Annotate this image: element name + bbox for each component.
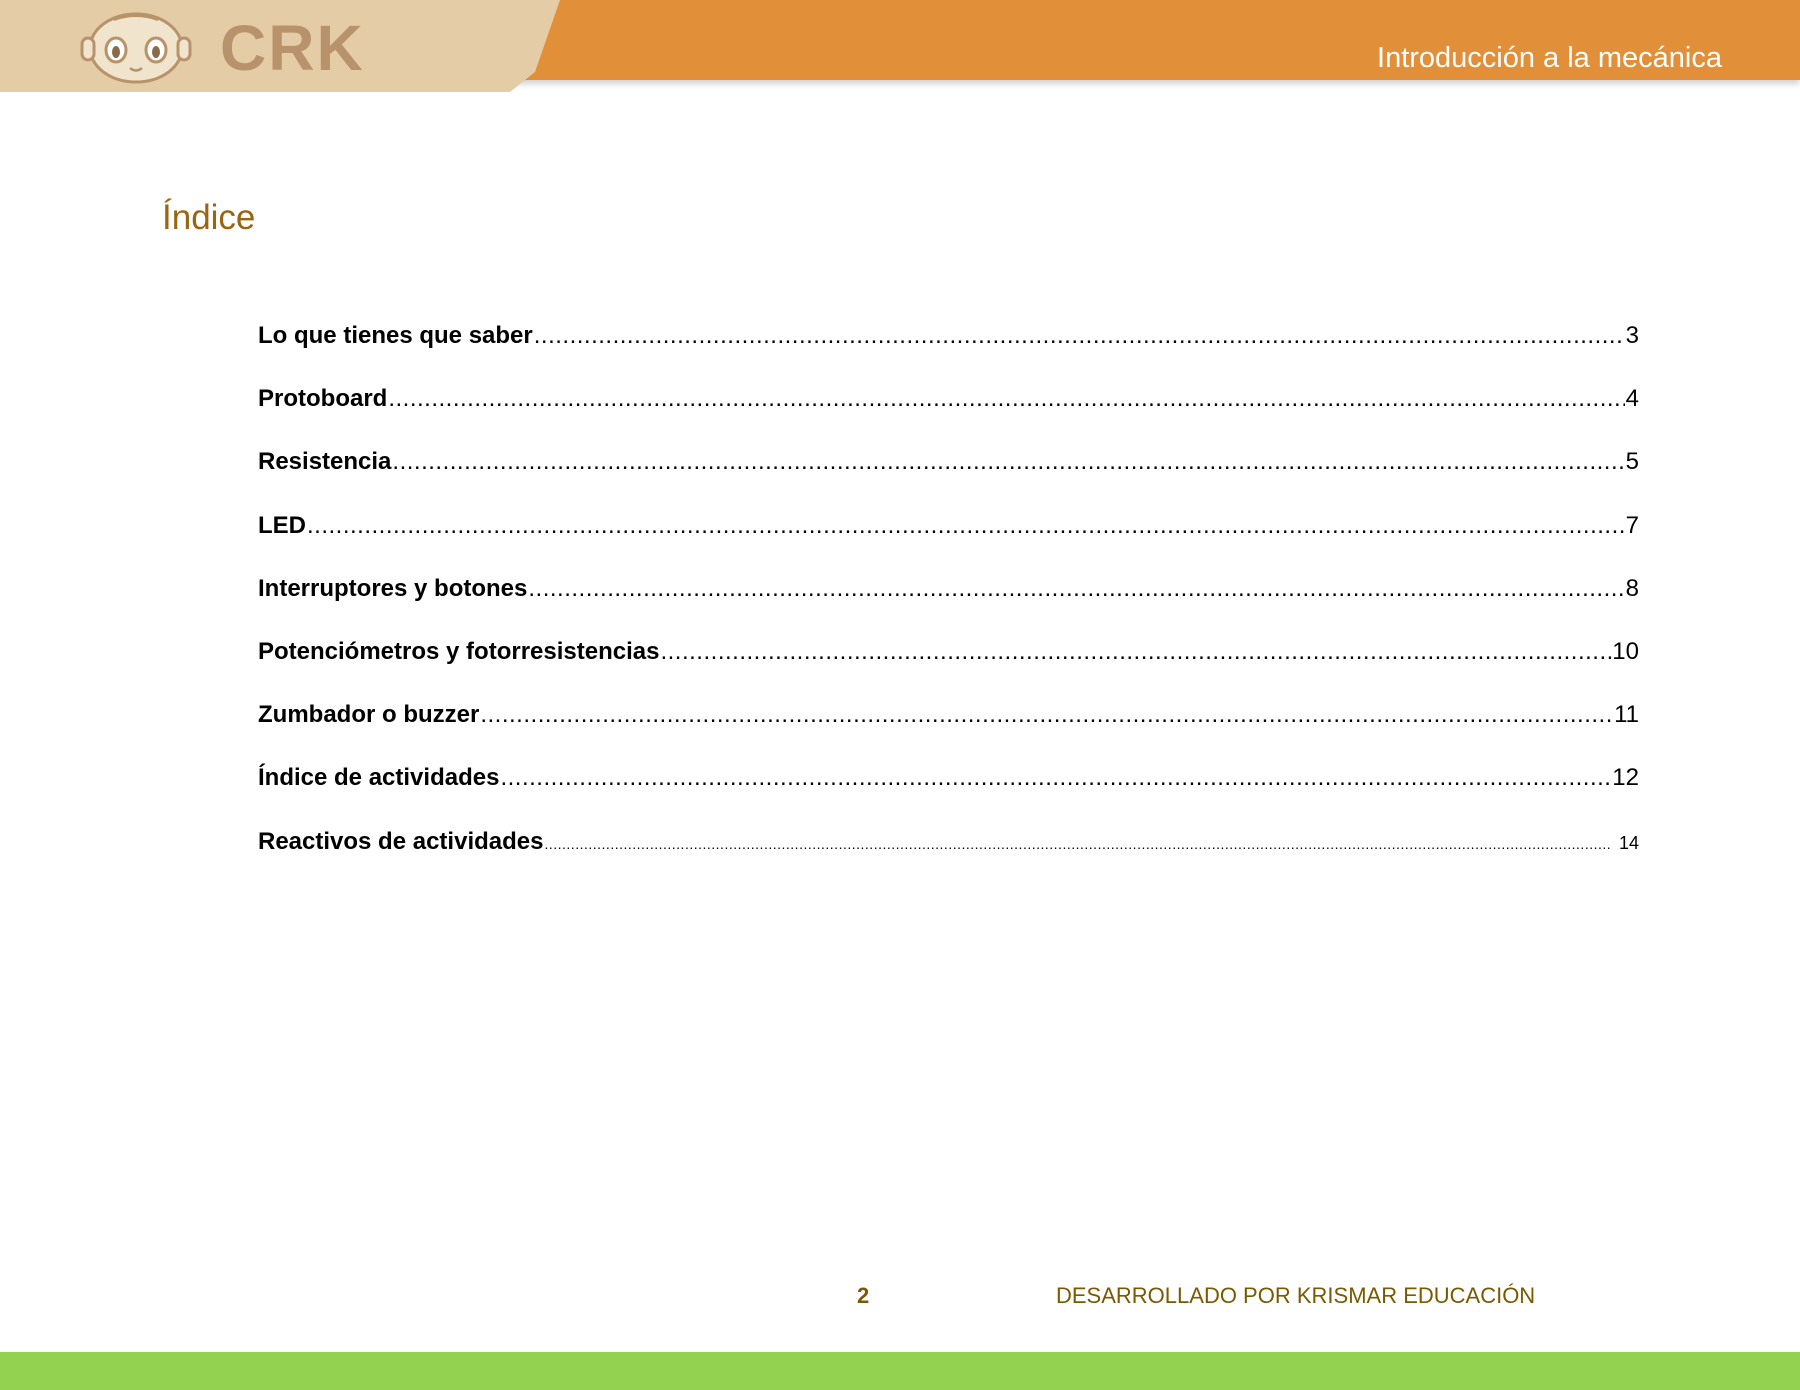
toc-entry-label: Protoboard [258, 385, 388, 413]
toc-entry-label: Resistencia [258, 448, 392, 476]
toc-entry[interactable]: Resistencia 5 [258, 448, 1639, 511]
document-title: Introducción a la mecánica [1377, 42, 1722, 74]
toc-entry-page: 7 [1625, 511, 1639, 539]
toc-entry-page: 11 [1614, 701, 1639, 729]
footer-page-number: 2 [857, 1283, 870, 1308]
toc-entry-page: 10 [1612, 637, 1639, 665]
toc-entry-page: 14 [1618, 832, 1639, 853]
logo-panel: CRK [0, 0, 560, 92]
toc-dot-leader [388, 385, 1624, 413]
table-of-contents: Lo que tienes que saber 3 Protoboard 4 R… [258, 322, 1639, 891]
toc-entry-label: LED [258, 511, 306, 539]
toc-entry[interactable]: Reactivos de actividades 14 [258, 828, 1639, 891]
toc-entry-label: Zumbador o buzzer [258, 701, 480, 729]
toc-entry-page: 8 [1625, 574, 1639, 602]
toc-entry[interactable]: Protoboard 4 [258, 385, 1639, 448]
toc-entry[interactable]: Índice de actividades 12 [258, 764, 1639, 827]
toc-entry-label: Potenciómetros y fotorresistencias [258, 637, 660, 665]
logo-text: CRK [220, 12, 365, 84]
toc-entry-label: Interruptores y botones [258, 574, 528, 602]
page-title: Índice [162, 198, 256, 237]
footer-bar [0, 1352, 1800, 1390]
toc-dot-leader [534, 322, 1625, 350]
toc-entry-page: 12 [1612, 764, 1639, 792]
toc-dot-leader [307, 512, 1625, 540]
toc-entry-page: 3 [1625, 322, 1639, 349]
toc-entry[interactable]: LED 7 [258, 512, 1639, 575]
toc-dot-leader [392, 448, 1624, 476]
toc-dot-leader [500, 764, 1611, 792]
toc-entry[interactable]: Zumbador o buzzer 11 [258, 701, 1639, 764]
toc-dot-leader [480, 701, 1613, 729]
footer-credit: DESARROLLADO POR KRISMAR EDUCACIÓN [1056, 1283, 1536, 1308]
toc-entry-label: Reactivos de actividades [258, 827, 544, 855]
toc-entry[interactable]: Interruptores y botones 8 [258, 575, 1639, 638]
toc-entry[interactable]: Lo que tienes que saber 3 [258, 322, 1639, 385]
toc-dot-leader [528, 575, 1624, 603]
toc-entry-label: Índice de actividades [258, 764, 500, 792]
toc-entry-page: 4 [1625, 385, 1639, 413]
toc-entry-page: 5 [1625, 448, 1639, 476]
toc-entry[interactable]: Potenciómetros y fotorresistencias 10 [258, 638, 1639, 701]
toc-dot-leader [544, 836, 1610, 852]
toc-dot-leader [660, 638, 1611, 666]
toc-entry-label: Lo que tienes que saber [258, 322, 533, 349]
robot-face-icon [80, 12, 192, 84]
